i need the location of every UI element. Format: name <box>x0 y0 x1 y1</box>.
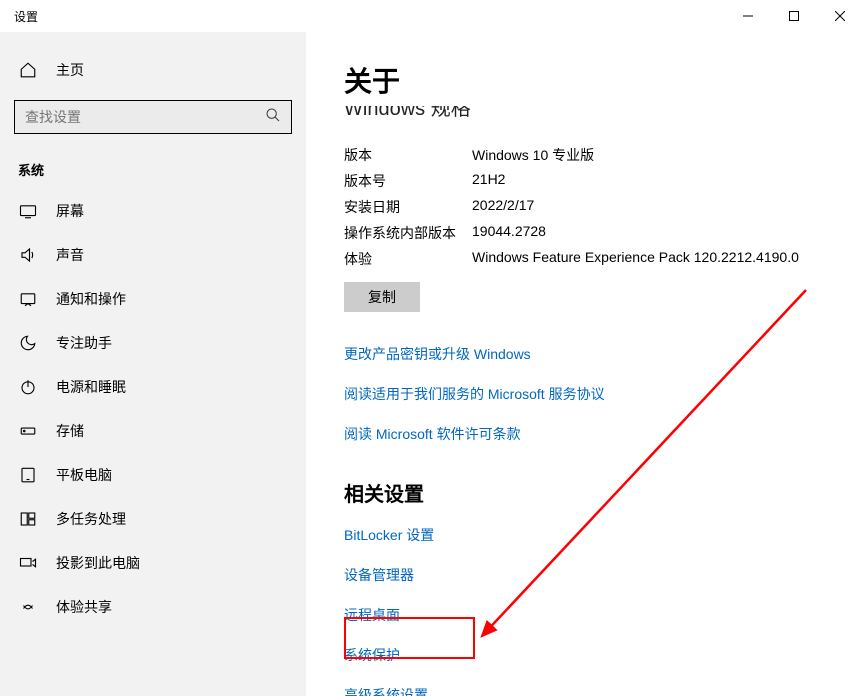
storage-icon <box>18 421 38 441</box>
link-change-product-key[interactable]: 更改产品密钥或升级 Windows <box>344 334 863 374</box>
sidebar-item-label: 屏幕 <box>56 201 84 221</box>
multitasking-icon <box>18 509 38 529</box>
sidebar-item-notifications[interactable]: 通知和操作 <box>0 277 306 321</box>
project-icon <box>18 553 38 573</box>
spec-label: 版本号 <box>344 171 472 191</box>
tablet-icon <box>18 465 38 485</box>
links-section: 更改产品密钥或升级 Windows 阅读适用于我们服务的 Microsoft 服… <box>344 334 863 454</box>
spec-value: Windows Feature Experience Pack 120.2212… <box>472 249 863 269</box>
close-button[interactable] <box>817 0 863 32</box>
windows-spec-table: 版本 Windows 10 专业版 版本号 21H2 安装日期 2022/2/1… <box>344 142 863 272</box>
window-title: 设置 <box>14 8 38 25</box>
link-microsoft-license-terms[interactable]: 阅读 Microsoft 软件许可条款 <box>344 414 863 454</box>
link-advanced-system-settings[interactable]: 高级系统设置 <box>344 675 863 696</box>
page-title: 关于 <box>344 60 863 100</box>
related-settings-header: 相关设置 <box>344 478 863 507</box>
spec-value: 21H2 <box>472 171 863 191</box>
copy-button[interactable]: 复制 <box>344 282 420 312</box>
sidebar-item-label: 专注助手 <box>56 333 112 353</box>
sidebar-item-project[interactable]: 投影到此电脑 <box>0 541 306 585</box>
link-bitlocker[interactable]: BitLocker 设置 <box>344 515 863 555</box>
sidebar-item-label: 通知和操作 <box>56 289 126 309</box>
sidebar-item-display[interactable]: 屏幕 <box>0 189 306 233</box>
spec-label: 版本 <box>344 145 472 165</box>
sidebar-item-label: 体验共享 <box>56 597 112 617</box>
spec-row: 体验 Windows Feature Experience Pack 120.2… <box>344 246 863 272</box>
sidebar-home[interactable]: 主页 <box>0 50 306 90</box>
link-device-manager[interactable]: 设备管理器 <box>344 555 863 595</box>
minimize-button[interactable] <box>725 0 771 32</box>
link-microsoft-services-agreement[interactable]: 阅读适用于我们服务的 Microsoft 服务协议 <box>344 374 863 414</box>
search-input[interactable] <box>25 109 265 125</box>
home-icon <box>18 60 38 80</box>
spec-value: 19044.2728 <box>472 223 863 243</box>
sidebar-item-tablet[interactable]: 平板电脑 <box>0 453 306 497</box>
spec-label: 体验 <box>344 249 472 269</box>
spec-value: 2022/2/17 <box>472 197 863 217</box>
sidebar-item-label: 电源和睡眠 <box>56 377 126 397</box>
sidebar-item-label: 多任务处理 <box>56 509 126 529</box>
sidebar-item-label: 投影到此电脑 <box>56 553 140 573</box>
spec-value: Windows 10 专业版 <box>472 145 863 165</box>
spec-row: 操作系统内部版本 19044.2728 <box>344 220 863 246</box>
spec-label: 操作系统内部版本 <box>344 223 472 243</box>
spec-row: 版本 Windows 10 专业版 <box>344 142 863 168</box>
sidebar-item-power-sleep[interactable]: 电源和睡眠 <box>0 365 306 409</box>
search-box[interactable] <box>14 100 292 134</box>
sidebar-item-storage[interactable]: 存储 <box>0 409 306 453</box>
search-icon <box>265 107 281 128</box>
spec-row: 安装日期 2022/2/17 <box>344 194 863 220</box>
notifications-icon <box>18 289 38 309</box>
sidebar-home-label: 主页 <box>56 60 84 80</box>
sidebar: 主页 系统 屏幕 声音 通知和操作 专注助手 电源和睡眠 <box>0 32 306 696</box>
sidebar-item-focus-assist[interactable]: 专注助手 <box>0 321 306 365</box>
link-remote-desktop[interactable]: 远程桌面 <box>344 595 863 635</box>
maximize-button[interactable] <box>771 0 817 32</box>
display-icon <box>18 201 38 221</box>
shared-icon <box>18 597 38 617</box>
power-icon <box>18 377 38 397</box>
sidebar-item-multitasking[interactable]: 多任务处理 <box>0 497 306 541</box>
link-system-protection[interactable]: 系统保护 <box>344 635 863 675</box>
sidebar-item-sound[interactable]: 声音 <box>0 233 306 277</box>
sidebar-item-shared-experiences[interactable]: 体验共享 <box>0 585 306 629</box>
windows-spec-heading: Windows 规格 <box>344 106 863 124</box>
sidebar-section-label: 系统 <box>0 144 306 189</box>
sidebar-item-label: 平板电脑 <box>56 465 112 485</box>
main-panel: 关于 Windows 规格 版本 Windows 10 专业版 版本号 21H2… <box>306 32 863 696</box>
sidebar-item-label: 存储 <box>56 421 84 441</box>
window-controls <box>725 0 863 32</box>
sidebar-item-label: 声音 <box>56 245 84 265</box>
focus-assist-icon <box>18 333 38 353</box>
sound-icon <box>18 245 38 265</box>
spec-label: 安装日期 <box>344 197 472 217</box>
spec-row: 版本号 21H2 <box>344 168 863 194</box>
